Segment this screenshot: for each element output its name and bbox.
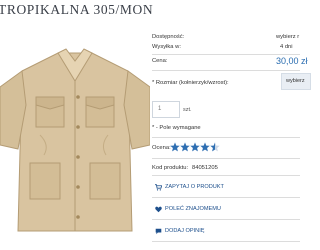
recommend-friend-button[interactable]: POLEĆ ZNAJOMEMU	[152, 201, 300, 218]
availability-value: wybierz r	[276, 34, 300, 40]
rating-stars[interactable]	[170, 142, 220, 152]
divider	[152, 197, 300, 198]
rating-label: Ocena:	[152, 145, 171, 151]
shirt-illustration	[0, 48, 150, 232]
heart-icon	[155, 206, 162, 213]
required-note: * - Pole wymagane	[152, 125, 201, 131]
divider	[152, 219, 300, 220]
size-select[interactable]: wybierz	[281, 73, 311, 90]
product-code-value: 84051205	[192, 165, 218, 171]
product-image[interactable]	[0, 35, 150, 250]
recommend-friend-label: POLEĆ ZNAJOMEMU	[165, 206, 221, 212]
cart-icon	[155, 184, 162, 191]
divider	[152, 70, 300, 71]
divider	[152, 175, 300, 176]
divider	[152, 137, 300, 138]
ask-about-product-button[interactable]: ZAPYTAJ O PRODUKT	[152, 179, 300, 196]
product-code-label: Kod produktu:	[152, 165, 189, 171]
ask-about-product-label: ZAPYTAJ O PRODUKT	[165, 184, 224, 190]
star-icon	[170, 142, 180, 152]
shipping-value: 4 dni	[280, 44, 293, 50]
divider	[152, 158, 300, 159]
price-value: 30,00 zł	[276, 56, 308, 66]
product-title: TROPIKALNA 305/MON	[0, 2, 154, 17]
divider	[152, 54, 300, 55]
size-label: * Rozmiar (kołnierzyk/wzrost):	[152, 80, 229, 86]
divider	[152, 241, 300, 242]
star-half-icon	[210, 142, 220, 152]
add-review-button[interactable]: DODAJ OPINIĘ	[152, 223, 300, 240]
add-review-label: DODAJ OPINIĘ	[165, 228, 205, 234]
price-label: Cena:	[152, 58, 168, 64]
quantity-unit: szt.	[183, 107, 192, 113]
star-icon	[200, 142, 210, 152]
star-icon	[190, 142, 200, 152]
shipping-label: Wysyłka w:	[152, 44, 181, 50]
quantity-input[interactable]: 1	[152, 101, 180, 118]
availability-label: Dostępność:	[152, 34, 185, 40]
chat-icon	[155, 228, 162, 235]
star-icon	[180, 142, 190, 152]
